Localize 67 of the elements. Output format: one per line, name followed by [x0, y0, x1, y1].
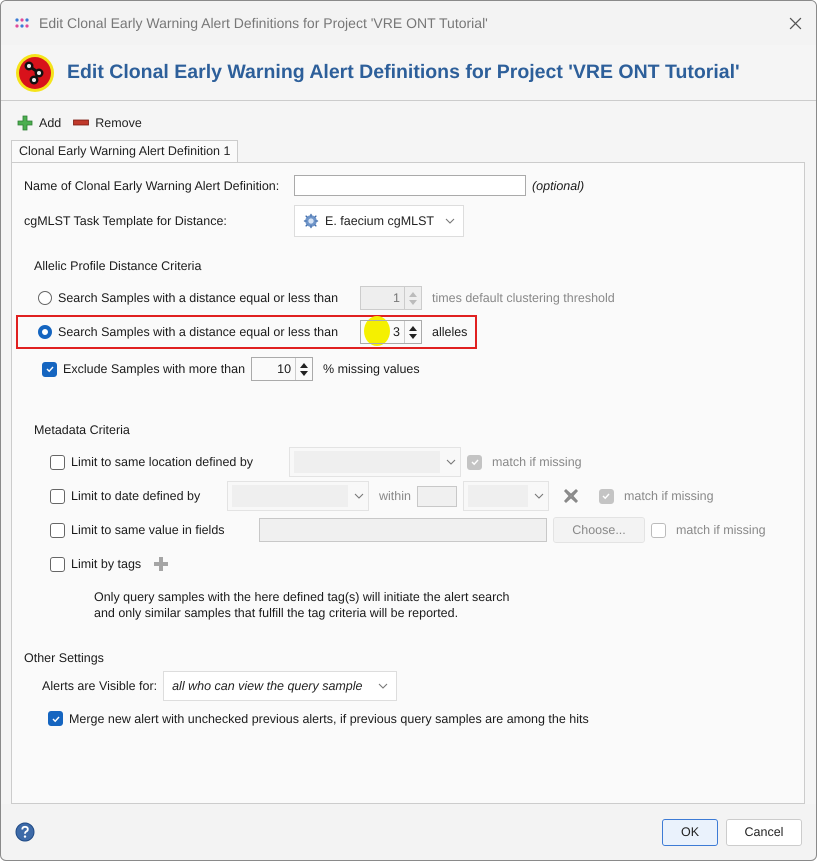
remove-button[interactable]: Remove — [73, 115, 142, 131]
number-spinner[interactable]: 10 — [251, 357, 314, 381]
field-label: Name of Clonal Early Warning Alert Definition: — [24, 178, 280, 192]
checkmark-icon — [601, 491, 612, 501]
template-dropdown[interactable]: E. faecium cgMLST — [294, 205, 464, 237]
chevron-down-icon — [445, 218, 455, 224]
clear-icon[interactable] — [562, 488, 579, 504]
checkbox[interactable] — [48, 711, 63, 726]
down-arrow-icon[interactable] — [300, 370, 308, 376]
optional-note: (optional) — [532, 178, 584, 192]
checkbox-label: Merge new alert with unchecked previous alerts, if previous query samples are among the hits — [69, 712, 589, 726]
checkbox[interactable] — [42, 362, 57, 376]
name-input[interactable] — [294, 175, 526, 196]
within-label: within — [379, 489, 411, 503]
unit-label: % missing values — [323, 362, 420, 376]
help-text: and only similar samples that fulfill the tag criteria will be reported. — [94, 605, 460, 621]
help-icon[interactable] — [15, 822, 35, 842]
number-spinner[interactable]: 3 — [360, 320, 422, 344]
checkbox-label: Exclude Samples with more than — [63, 362, 246, 376]
plus-icon — [17, 115, 33, 131]
close-icon[interactable] — [789, 16, 802, 30]
logo-icon — [15, 52, 55, 92]
section-title: Other Settings — [24, 651, 105, 665]
cancel-button[interactable]: Cancel — [726, 818, 802, 846]
checkbox-label: Limit to date defined by — [71, 489, 202, 503]
visibility-dropdown[interactable]: all who can view the query sample — [163, 671, 398, 701]
app-icon — [15, 18, 29, 28]
chevron-down-icon — [534, 493, 544, 499]
unit-label: alleles — [432, 325, 468, 339]
field-label: cgMLST Task Template for Distance: — [24, 214, 228, 228]
chevron-down-icon — [446, 459, 456, 465]
add-button[interactable]: Add — [17, 115, 62, 131]
ok-button[interactable]: OK — [662, 818, 718, 846]
dialog-heading: Edit Clonal Early Warning Alert Definitions for Project 'VRE ONT Tutorial' — [67, 61, 740, 84]
up-arrow-icon[interactable] — [300, 362, 308, 368]
checkbox-label: Limit by tags — [71, 557, 142, 571]
checkbox[interactable] — [50, 522, 65, 538]
down-arrow-icon[interactable] — [409, 334, 417, 338]
minus-icon — [73, 119, 90, 127]
window-title: Edit Clonal Early Warning Alert Definitions for Project 'VRE ONT Tutorial' — [39, 15, 489, 31]
checkbox-label: match if missing — [624, 489, 714, 503]
checkbox[interactable] — [50, 556, 65, 572]
checkbox-label: match if missing — [676, 523, 766, 537]
checkbox-label: Limit to same value in fields — [71, 523, 226, 537]
date-field-dropdown[interactable] — [227, 481, 369, 511]
up-arrow-icon[interactable] — [409, 326, 417, 330]
checkbox[interactable] — [50, 454, 65, 470]
gear-icon — [303, 213, 319, 229]
radio-button[interactable] — [38, 325, 52, 339]
section-title: Metadata Criteria — [34, 423, 131, 437]
option-label: Search Samples with a distance equal or less than — [58, 291, 340, 305]
checkbox-label: match if missing — [492, 455, 582, 469]
within-input[interactable] — [416, 486, 457, 506]
checkbox-label: Limit to same location defined by — [71, 455, 254, 469]
checkbox[interactable] — [50, 488, 65, 504]
fields-input[interactable] — [259, 518, 547, 542]
section-title: Allelic Profile Distance Criteria — [34, 259, 202, 273]
chevron-down-icon — [354, 493, 364, 499]
help-text: Only query samples with the here defined tag(s) will initiate the alert search — [94, 589, 510, 605]
cursor-highlight — [364, 316, 390, 346]
checkmark-icon — [44, 364, 54, 374]
unit-label: times default clustering threshold — [432, 291, 615, 305]
chevron-down-icon — [378, 683, 388, 689]
option-label: Search Samples with a distance equal or less than — [58, 325, 340, 339]
field-label: Alerts are Visible for: — [42, 679, 158, 693]
checkmark-icon — [470, 457, 480, 467]
tab[interactable]: Clonal Early Warning Alert Definition 1 — [11, 140, 238, 162]
